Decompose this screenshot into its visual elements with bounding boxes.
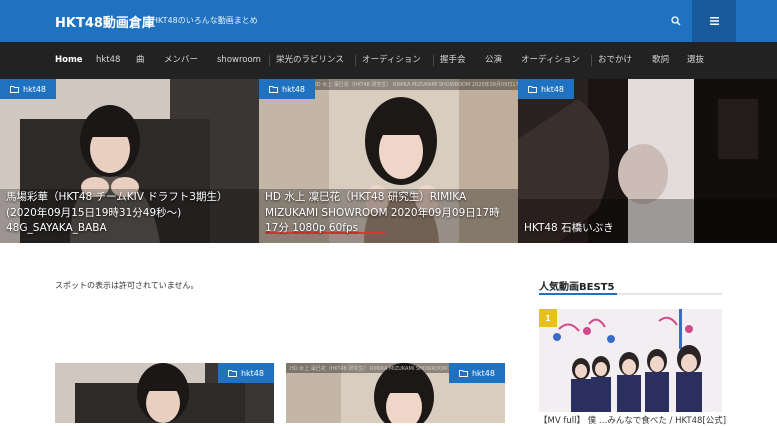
search-button[interactable] [664,9,688,33]
nav-item-performance[interactable]: 公演 [485,42,502,79]
featured-slider: hkt48 馬場彩華（HKT48 チームKIV ドラフト3期生）(2020年09… [0,79,777,243]
nav-item-members[interactable]: メンバー [164,42,198,79]
folder-icon [269,85,278,93]
nav-separator [355,55,356,66]
nav-item-lyrics[interactable]: 歌詞 [652,42,669,79]
popular-video-item[interactable]: 1 [539,309,722,412]
slide-item[interactable]: hkt48 馬場彩華（HKT48 チームKIV ドラフト3期生）(2020年09… [0,79,259,243]
category-label: hkt48 [240,368,264,378]
nav-item-senbatsu[interactable]: 選抜 [687,42,704,79]
widget-title: 人気動画BEST5 [539,282,615,293]
nav-separator [433,55,434,66]
site-description: HKT48のいろんな動画まとめ [152,16,258,25]
category-badge[interactable]: hkt48 [259,79,316,99]
category-badge[interactable]: hkt48 [0,79,57,99]
category-label: hkt48 [282,84,306,94]
nav-item-audition[interactable]: オーディション [362,42,421,79]
nav-item-showroom[interactable]: showroom [217,42,261,79]
post-card[interactable]: HD 水上 凜巳花（HKT48 研究生） RIMIKA MIZUKAMI SHO… [286,363,505,423]
slide-item[interactable]: hkt48 HKT48 石橋いぶき [518,79,777,243]
site-header: HKT48動画倉庫 HKT48のいろんな動画まとめ [0,0,777,42]
folder-icon [10,85,19,93]
folder-icon [528,85,537,93]
nav-item-labyrinth[interactable]: 栄光のラビリンス [276,42,344,79]
category-badge[interactable]: hkt48 [518,79,575,99]
popular-video-thumbnail [539,309,722,412]
category-badge[interactable]: hkt48 [217,363,274,383]
nav-separator [591,55,592,66]
nav-item-handshake[interactable]: 握手会 [440,42,466,79]
nav-item-outing[interactable]: おでかけ [598,42,632,79]
nav-item-hkt48[interactable]: hkt48 [96,42,120,79]
hamburger-menu-icon [709,17,719,25]
category-label: hkt48 [23,84,47,94]
category-label: hkt48 [541,84,565,94]
slide-title[interactable]: 馬場彩華（HKT48 チームKIV ドラフト3期生）(2020年09月15日19… [6,190,253,237]
main-nav: Home hkt48 曲 メンバー showroom 栄光のラビリンス オーディ… [0,42,777,79]
popular-video-title[interactable]: 【MV full】 僕 …みんなで食べた / HKT48[公式] [539,414,726,426]
slide-thumbnail [518,79,777,243]
ad-notice: スポットの表示は許可されていません。 [55,281,199,290]
menu-button[interactable] [692,0,736,42]
folder-icon [228,369,237,377]
site-title[interactable]: HKT48動画倉庫 [55,12,155,31]
nav-item-audition-2[interactable]: オーディション [521,42,580,79]
slide-item[interactable]: HD 水上 凜巳花（HKT48 研究生） RIMIKA MIZUKAMI SHO… [259,79,518,243]
nav-item-songs[interactable]: 曲 [136,42,145,79]
widget-divider-accent [539,293,617,295]
nav-separator [269,55,270,66]
folder-icon [459,369,468,377]
rank-badge: 1 [539,309,557,327]
category-badge[interactable]: hkt48 [448,363,505,383]
slide-title[interactable]: HKT48 石橋いぶき [524,221,771,237]
nav-item-home[interactable]: Home [55,42,83,79]
post-card[interactable]: hkt48 [55,363,274,423]
search-icon [671,16,681,26]
slide-title[interactable]: HD 水上 凜巳花（HKT48 研究生）RIMIKA MIZUKAMI SHOW… [265,190,512,237]
category-label: hkt48 [471,368,495,378]
